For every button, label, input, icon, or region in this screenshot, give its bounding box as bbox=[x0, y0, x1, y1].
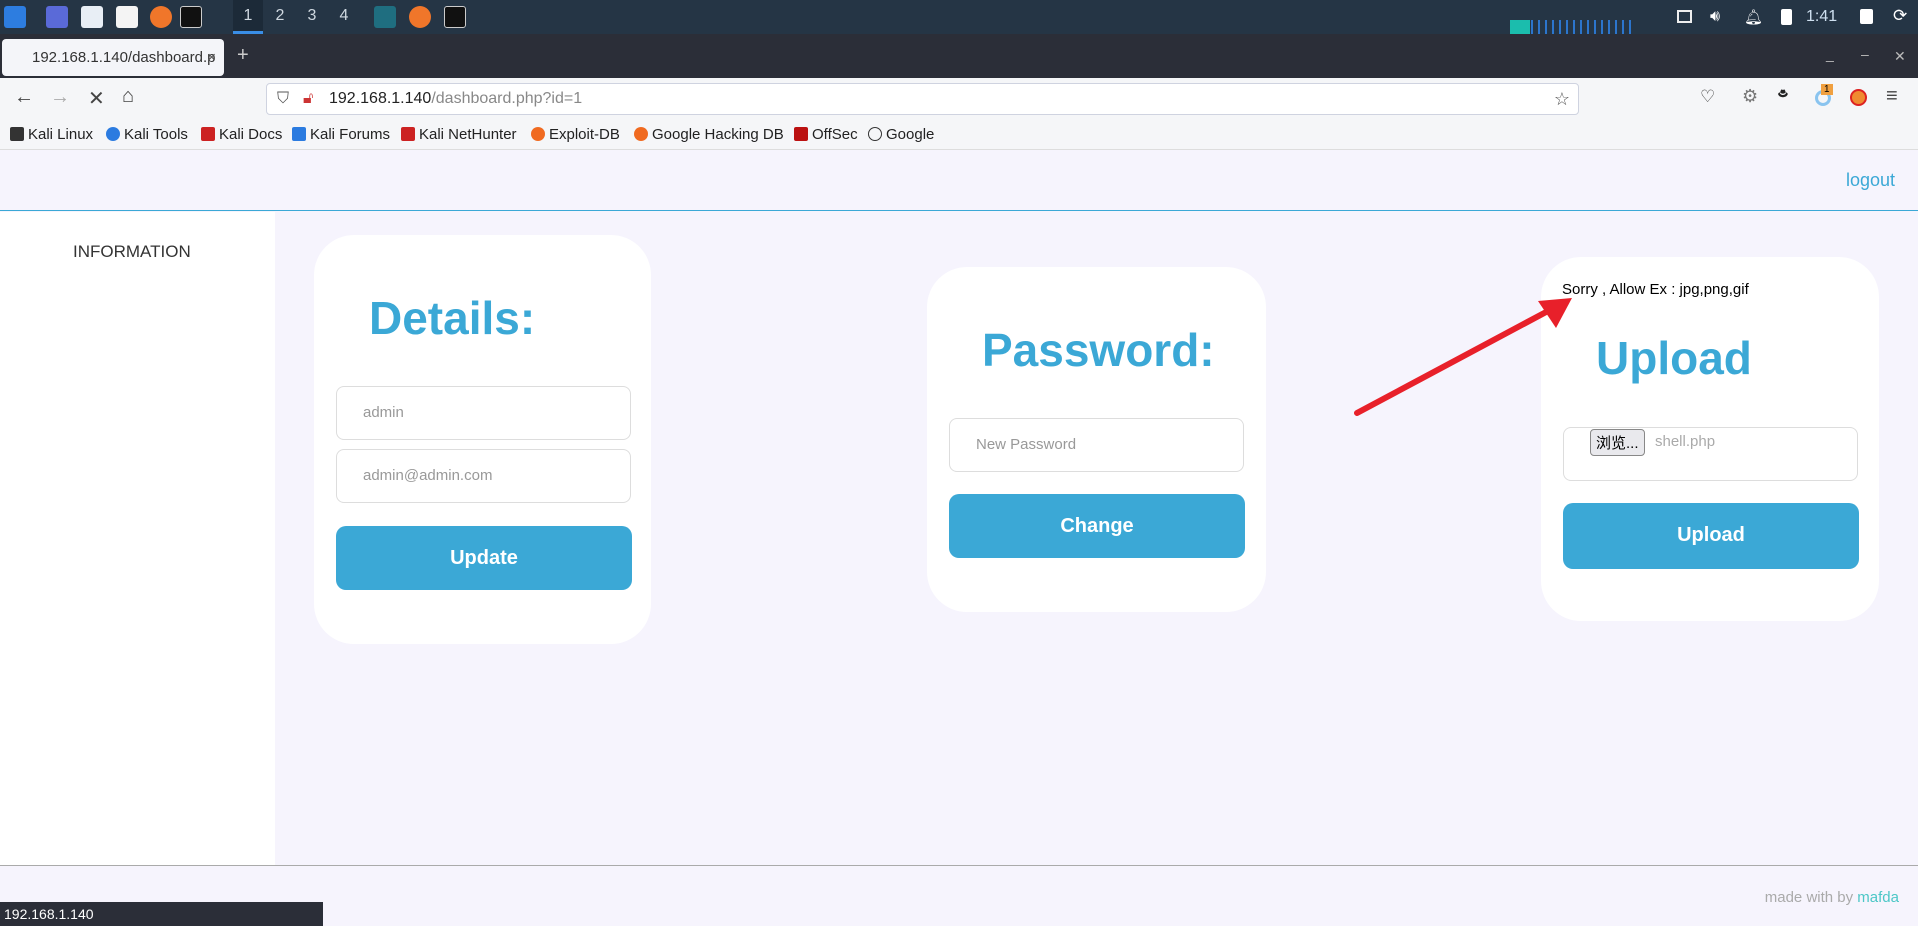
author-link[interactable]: mafda bbox=[1857, 889, 1899, 906]
annotation-arrow bbox=[1354, 298, 1572, 416]
status-bar-url: 192.168.1.140 bbox=[0, 902, 323, 926]
footer-credit: made with by mafda bbox=[1764, 889, 1899, 906]
arrow-shaft bbox=[1354, 308, 1551, 416]
